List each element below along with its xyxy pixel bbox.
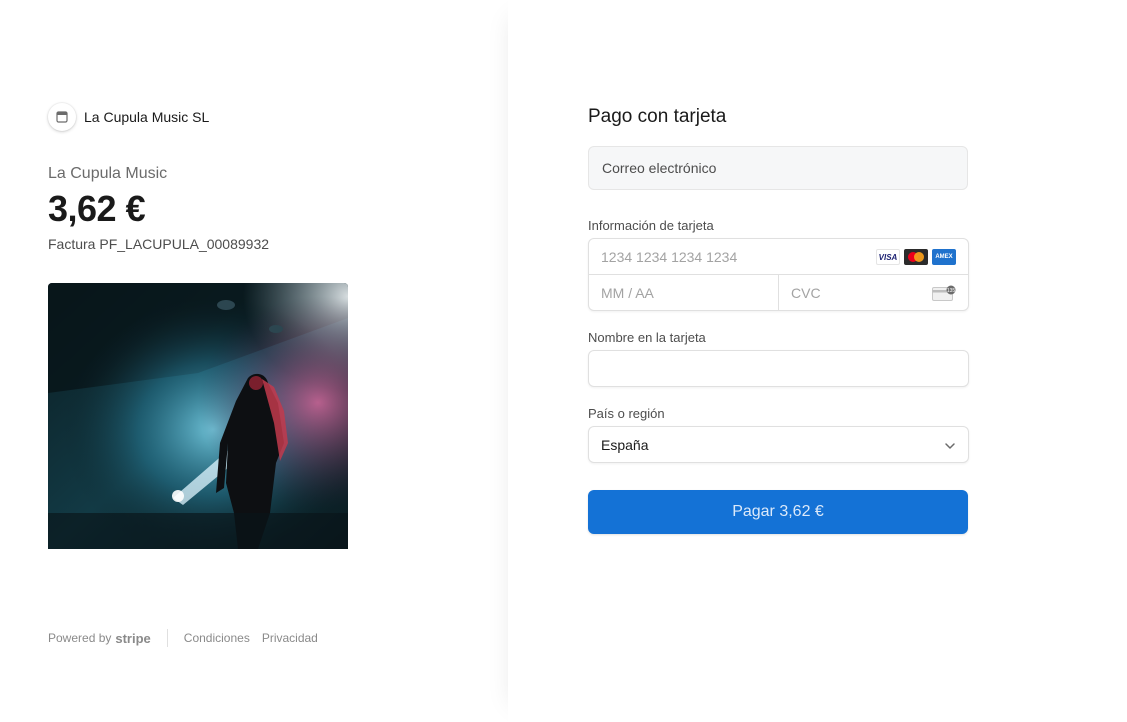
footer-divider xyxy=(166,629,168,647)
stripe-logo[interactable]: stripe xyxy=(115,631,150,646)
card-input-group: 1234 1234 1234 1234 VISA AMEX MM / AA CV… xyxy=(588,238,969,311)
footer: Powered by stripe Condiciones Privacidad xyxy=(48,629,330,647)
total-amount: 3,62 € xyxy=(48,188,146,229)
payment-title: Pago con tarjeta xyxy=(588,106,727,127)
chevron-down-icon xyxy=(944,439,956,455)
terms-link[interactable]: Condiciones xyxy=(184,631,250,645)
card-expiry-input[interactable]: MM / AA xyxy=(589,275,779,311)
powered-by-label: Powered by xyxy=(48,631,112,645)
privacy-link[interactable]: Privacidad xyxy=(262,631,318,645)
pay-button[interactable]: Pagar 3,62 € xyxy=(588,490,968,534)
card-brands: VISA AMEX xyxy=(876,249,956,265)
cvc-card-icon: 135 xyxy=(932,285,956,306)
product-name: La Cupula Music xyxy=(48,165,168,182)
card-info-label: Información de tarjeta xyxy=(588,218,714,233)
merchant-header[interactable]: La Cupula Music SL xyxy=(48,103,209,131)
invoice-number: Factura PF_LACUPULA_00089932 xyxy=(48,236,270,252)
product-image xyxy=(48,283,348,549)
name-label: Nombre en la tarjeta xyxy=(588,330,706,345)
merchant-name: La Cupula Music SL xyxy=(84,109,210,125)
cardholder-name-input[interactable] xyxy=(588,350,969,387)
store-icon xyxy=(48,103,76,131)
country-select[interactable]: España xyxy=(588,426,969,463)
amex-icon: AMEX xyxy=(932,249,956,265)
mastercard-icon xyxy=(904,249,928,265)
email-field[interactable]: Correo electrónico xyxy=(588,146,968,190)
country-label: País o región xyxy=(588,406,665,421)
order-summary-panel: La Cupula Music SL La Cupula Music 3,62 … xyxy=(0,0,508,722)
visa-icon: VISA xyxy=(876,249,900,265)
svg-text:135: 135 xyxy=(947,288,956,294)
country-value: España xyxy=(601,436,649,453)
